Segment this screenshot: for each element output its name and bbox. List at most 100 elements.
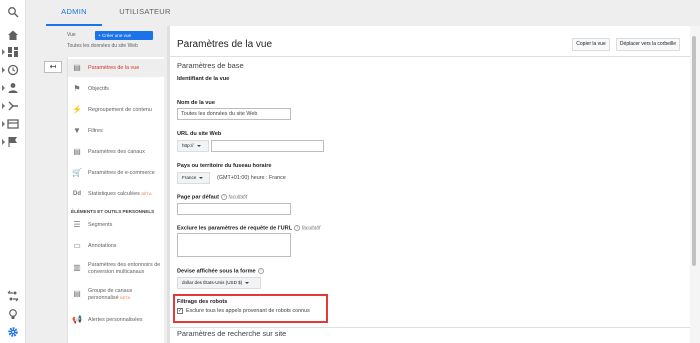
view-name-input[interactable]: Toutes les données du site Web — [177, 108, 291, 120]
protocol-dropdown[interactable]: http:// — [177, 140, 209, 152]
filter-icon: ▼ — [73, 126, 81, 135]
menu-item-view-settings[interactable]: ▤ Paramètres de la vue — [68, 59, 165, 77]
page-title: Paramètres de la vue — [177, 39, 273, 50]
clock-icon[interactable] — [7, 64, 19, 76]
chevron-down-icon — [199, 176, 204, 179]
menu-item-content-grouping[interactable]: ⚡ Regroupement de contenu — [68, 101, 165, 119]
divider — [170, 327, 690, 328]
expand-caret-icon[interactable] — [2, 67, 5, 73]
menu-item-label: Paramètres des canaux — [88, 149, 145, 155]
document-icon: ▤ — [73, 289, 81, 298]
left-nav-rail — [0, 0, 26, 343]
document-icon: ▤ — [73, 147, 81, 156]
site-search-heading: Paramètres de recherche sur site — [177, 329, 287, 338]
optional-label: facultatif — [301, 225, 321, 232]
create-view-button[interactable]: + Créer une vue — [95, 31, 153, 40]
menu-item-label: Filtres — [88, 128, 103, 134]
bot-filtering-label: Filtrage des robots — [177, 299, 228, 305]
top-tabs-bar: ADMIN UTILISATEUR — [26, 0, 700, 26]
home-icon[interactable] — [7, 29, 19, 41]
document-icon: ▤ — [73, 63, 81, 72]
person-run-icon: ⚡ — [72, 105, 82, 114]
megaphone-icon: 📢 — [72, 315, 82, 324]
optional-label: facultatif — [228, 194, 248, 201]
currency-value: dollar des États-Unis (USD $) — [182, 280, 243, 285]
tab-admin[interactable]: ADMIN — [46, 0, 102, 26]
expand-caret-icon[interactable] — [2, 139, 5, 145]
currency-label-row: Devise affichée sous la forme? — [177, 268, 264, 274]
connect-icon[interactable] — [7, 290, 19, 302]
default-page-input[interactable] — [177, 203, 291, 215]
section-header: ÉLÉMENTS ET OUTILS PERSONNELS — [71, 209, 155, 214]
segments-icon: ☰ — [73, 220, 81, 229]
exclude-params-textarea[interactable] — [177, 233, 291, 257]
behavior-icon[interactable] — [7, 118, 19, 130]
menu-item-custom-alerts[interactable]: 📢 Alertes personnalisées — [68, 311, 165, 329]
copy-view-button[interactable]: Copier la vue — [572, 38, 610, 51]
view-selector[interactable]: Toutes les données du site Web — [67, 43, 164, 49]
view-name-label: Nom de la vue — [177, 100, 215, 106]
back-arrow-button[interactable]: ↤ — [44, 61, 62, 73]
site-url-label: URL du site Web — [177, 131, 222, 137]
menu-item-custom-channel-group[interactable]: ▤ Groupe de canaux personnalisé BÊTA — [68, 285, 165, 307]
chevron-down-icon — [245, 281, 250, 284]
country-value: France — [182, 175, 197, 180]
help-icon[interactable]: ? — [220, 194, 227, 200]
menu-item-label: Regroupement de contenu — [88, 107, 152, 113]
menu-item-mcf-settings[interactable]: ▥ Paramètres des entonnoirs de conversio… — [68, 259, 165, 281]
currency-label: Devise affichée sous la forme — [177, 268, 256, 275]
expand-caret-icon[interactable] — [2, 49, 5, 55]
bot-filtering-checkbox[interactable]: ✓ — [177, 308, 183, 314]
bot-filtering-checkbox-label[interactable]: Exclure tous les appels provenant de rob… — [186, 308, 310, 314]
currency-dropdown[interactable]: dollar des États-Unis (USD $) — [177, 277, 261, 289]
view-label: Vue — [67, 32, 76, 38]
menu-item-label: Paramètres des entonnoirs de conversion … — [88, 262, 161, 275]
flag-icon[interactable] — [7, 136, 19, 148]
menu-item-label: Alertes personnalisées — [88, 317, 143, 323]
flag-icon: ⚑ — [73, 84, 81, 93]
menu-item-filters[interactable]: ▼ Filtres — [68, 122, 165, 140]
default-page-label-row: Page par défaut? facultatif — [177, 194, 247, 200]
menu-item-label: Objectifs — [88, 86, 109, 92]
site-url-input[interactable] — [211, 140, 324, 152]
view-column: Vue + Créer une vue Toutes les données d… — [40, 26, 165, 343]
default-page-label: Page par défaut — [177, 194, 219, 201]
expand-caret-icon[interactable] — [2, 103, 5, 109]
person-icon[interactable] — [7, 82, 19, 94]
menu-item-segments[interactable]: ☰ Segments — [68, 216, 165, 234]
protocol-value: http:// — [182, 143, 194, 148]
page-scrollbar-thumb[interactable] — [692, 36, 696, 266]
menu-item-label: Paramètres de e-commerce — [88, 170, 155, 176]
dashboard-icon[interactable] — [7, 46, 19, 58]
expand-caret-icon[interactable] — [2, 85, 5, 91]
menu-item-goals[interactable]: ⚑ Objectifs — [68, 80, 165, 98]
chevron-down-icon — [196, 144, 201, 147]
comment-icon: ▭ — [73, 241, 81, 250]
menu-item-ecommerce-settings[interactable]: 🛒 Paramètres de e-commerce — [68, 164, 165, 182]
expand-caret-icon[interactable] — [2, 121, 5, 127]
help-icon[interactable]: ? — [257, 268, 264, 274]
tab-user[interactable]: UTILISATEUR — [112, 0, 178, 26]
view-settings-panel: Paramètres de la vue Copier la vue Dépla… — [170, 26, 690, 343]
basic-settings-heading: Paramètres de base — [177, 61, 244, 70]
country-dropdown[interactable]: France — [177, 172, 210, 184]
exclude-params-label-row: Exclure les paramètres de requête de l'U… — [177, 225, 320, 231]
search-icon[interactable] — [7, 6, 19, 18]
dd-icon: Dd — [73, 191, 81, 197]
view-settings-menu: ▤ Paramètres de la vue ⚑ Objectifs ⚡ Reg… — [67, 57, 165, 343]
gear-icon[interactable] — [7, 326, 19, 338]
lightbulb-icon[interactable] — [7, 308, 19, 320]
menu-item-label: Segments — [88, 222, 113, 228]
move-to-trash-button[interactable]: Déplacer vers la corbeille — [616, 38, 680, 51]
cart-icon: 🛒 — [72, 168, 82, 177]
menu-item-channel-settings[interactable]: ▤ Paramètres des canaux — [68, 143, 165, 161]
timezone-value[interactable]: (GMT+01:00) heure : France — [217, 175, 286, 181]
menu-item-calculated-metrics[interactable]: Dd Statistiques calculées BÊTA — [68, 185, 165, 203]
divider — [170, 56, 690, 57]
view-id-label: Identifiant de la vue — [177, 76, 230, 82]
menu-item-annotations[interactable]: ▭ Annotations — [68, 237, 165, 255]
help-icon[interactable]: ? — [294, 225, 301, 231]
acquisition-icon[interactable] — [7, 100, 19, 112]
timezone-label: Pays ou territoire du fuseau horaire — [177, 163, 272, 169]
bar-chart-icon: ▥ — [73, 263, 81, 272]
